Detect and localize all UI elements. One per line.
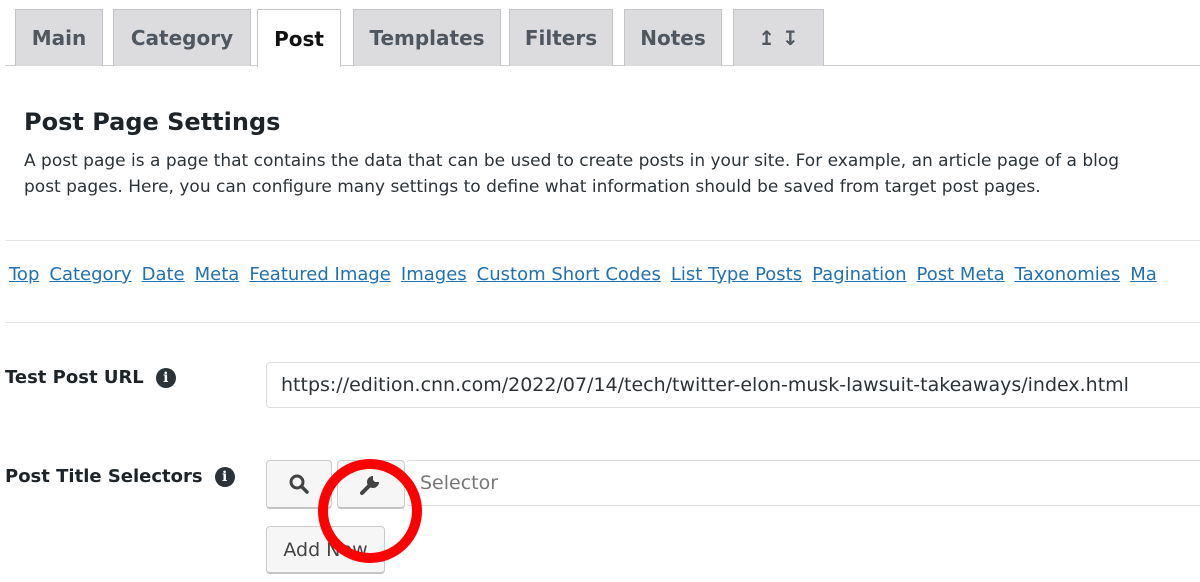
info-icon[interactable]: i	[155, 367, 176, 388]
info-icon[interactable]: i	[214, 466, 235, 487]
nav-link-date[interactable]: Date	[142, 264, 185, 285]
nav-link-post-meta[interactable]: Post Meta	[917, 264, 1005, 285]
section-nav: Top Category Date Meta Featured Image Images C…	[9, 264, 1167, 285]
selector-input[interactable]: Selector	[406, 460, 1200, 506]
tab-main[interactable]: Main	[15, 9, 103, 66]
add-new-button[interactable]: Add New	[266, 526, 385, 574]
wrench-icon	[360, 476, 379, 495]
nav-link-more[interactable]: Ma	[1130, 264, 1157, 285]
nav-link-top[interactable]: Top	[9, 264, 39, 285]
page-title: Post Page Settings	[24, 108, 281, 136]
tab-post[interactable]: Post	[257, 9, 341, 67]
tab-filters[interactable]: Filters	[509, 9, 613, 66]
nav-link-pagination[interactable]: Pagination	[812, 264, 906, 285]
tab-category[interactable]: Category	[113, 9, 251, 66]
nav-link-featured-image[interactable]: Featured Image	[249, 264, 391, 285]
nav-link-meta[interactable]: Meta	[195, 264, 240, 285]
tab-notes[interactable]: Notes	[624, 9, 722, 66]
divider	[5, 240, 1200, 241]
search-icon	[289, 474, 309, 494]
test-post-url-label: Test Post URL i	[5, 367, 176, 388]
tab-templates[interactable]: Templates	[353, 9, 501, 66]
selector-tool-button[interactable]	[337, 460, 405, 509]
post-title-selectors-label: Post Title Selectors i	[5, 466, 235, 487]
search-button[interactable]	[266, 460, 332, 509]
nav-link-custom-short-codes[interactable]: Custom Short Codes	[477, 264, 661, 285]
nav-link-images[interactable]: Images	[401, 264, 467, 285]
import-export-icon[interactable]: ↥ ↧	[733, 9, 824, 66]
nav-link-taxonomies[interactable]: Taxonomies	[1015, 264, 1121, 285]
nav-link-list-type-posts[interactable]: List Type Posts	[671, 264, 802, 285]
nav-link-category[interactable]: Category	[49, 264, 131, 285]
section-description: A post page is a page that contains the …	[24, 151, 1120, 197]
divider	[5, 322, 1200, 323]
tab-bar: Main Category Post Templates Filters Not…	[5, 0, 1200, 67]
test-post-url-input[interactable]: https://edition.cnn.com/2022/07/14/tech/…	[266, 362, 1200, 408]
